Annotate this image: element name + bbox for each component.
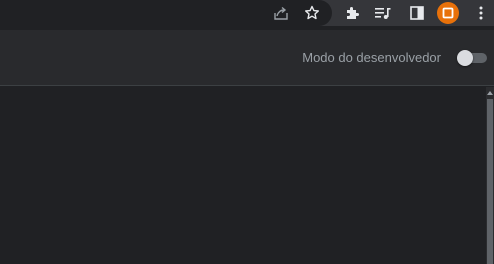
developer-mode-label: Modo do desenvolvedor [302,50,441,65]
side-panel-icon[interactable] [407,3,427,23]
media-queue-icon[interactable] [373,3,393,23]
browser-toolbar [0,0,494,26]
developer-mode-toggle[interactable] [457,50,489,66]
extensions-content-area [0,87,494,264]
more-menu-icon[interactable] [471,3,491,23]
toggle-knob [457,50,473,66]
extensions-icon[interactable] [342,3,362,23]
scroll-up-arrow-icon[interactable] [487,91,493,95]
extensions-header: Modo do desenvolvedor [0,30,494,86]
scrollbar[interactable] [486,87,494,264]
scroll-thumb[interactable] [487,99,493,264]
bookmark-star-icon[interactable] [302,3,322,23]
share-icon[interactable] [271,3,291,23]
profile-avatar-icon[interactable] [437,2,459,24]
